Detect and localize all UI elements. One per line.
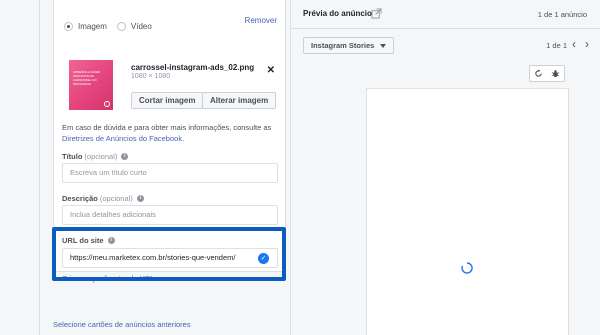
description-label-text: Descrição <box>62 194 98 203</box>
page-count: 1 de 1 <box>546 41 567 50</box>
change-image-button[interactable]: Alterar imagem <box>202 92 277 109</box>
title-label: Título (opcional) i <box>62 152 129 161</box>
description-input[interactable]: Inclua detalhes adicionais <box>62 205 278 225</box>
thumbnail-text: APRENDA A FAZER ANUNCIOS DE CARROSSEL NO… <box>73 70 101 86</box>
chevron-left-icon[interactable]: ‹ <box>569 37 579 54</box>
info-icon: i <box>136 195 144 202</box>
previous-cards-link[interactable]: Selecione cartões de anúncios anteriores <box>53 320 191 329</box>
help-text-body: Em caso de dúvida e para obter mais info… <box>62 123 272 132</box>
ad-guidelines-link[interactable]: Diretrizes de Anúncios do Facebook. <box>62 134 184 143</box>
chevron-right-icon[interactable]: › <box>582 37 592 54</box>
divider <box>291 28 600 29</box>
loading-spinner-icon <box>461 262 473 274</box>
title-label-text: Título <box>62 152 83 161</box>
title-input[interactable]: Escreva um título curto <box>62 163 278 183</box>
description-optional: (opcional) <box>99 194 133 203</box>
image-dimensions: 1080 × 1080 <box>131 73 171 80</box>
help-text: Em caso de dúvida e para obter mais info… <box>62 122 284 144</box>
preview-tools <box>529 65 565 82</box>
description-label: Descrição (opcional) i <box>62 194 144 203</box>
remove-link[interactable]: Remover <box>245 16 277 25</box>
image-thumbnail: APRENDA A FAZER ANUNCIOS DE CARROSSEL NO… <box>69 60 113 110</box>
ad-creative-panel: Imagem Vídeo Remover APRENDA A FAZER ANU… <box>40 0 290 335</box>
radio-video-label[interactable]: Vídeo <box>131 22 152 31</box>
refresh-icon[interactable] <box>534 69 543 78</box>
url-highlight-box <box>52 227 286 281</box>
ad-preview-panel: Prévia do anúncio 1 de 1 anúncio Instagr… <box>290 0 600 335</box>
radio-image[interactable] <box>64 22 73 31</box>
search-icon <box>104 101 110 107</box>
radio-image-label[interactable]: Imagem <box>78 22 107 31</box>
story-preview-frame <box>366 88 569 335</box>
placement-label: Instagram Stories <box>311 41 375 50</box>
ad-count: 1 de 1 anúncio <box>537 10 587 19</box>
image-filename: carrossel-instagram-ads_02.png <box>131 63 255 72</box>
bug-icon[interactable] <box>551 69 560 78</box>
crop-image-button[interactable]: Cortar imagem <box>131 92 204 109</box>
chevron-down-icon <box>380 43 387 48</box>
preview-title: Prévia do anúncio <box>303 9 372 18</box>
media-type-selector: Imagem Vídeo <box>64 22 162 31</box>
external-link-icon[interactable] <box>371 8 382 19</box>
placement-dropdown[interactable]: Instagram Stories <box>303 37 395 54</box>
close-icon[interactable]: ✕ <box>267 65 275 76</box>
left-gutter <box>0 0 40 335</box>
title-optional: (opcional) <box>84 152 118 161</box>
radio-video[interactable] <box>116 22 126 31</box>
info-icon: i <box>121 153 129 160</box>
